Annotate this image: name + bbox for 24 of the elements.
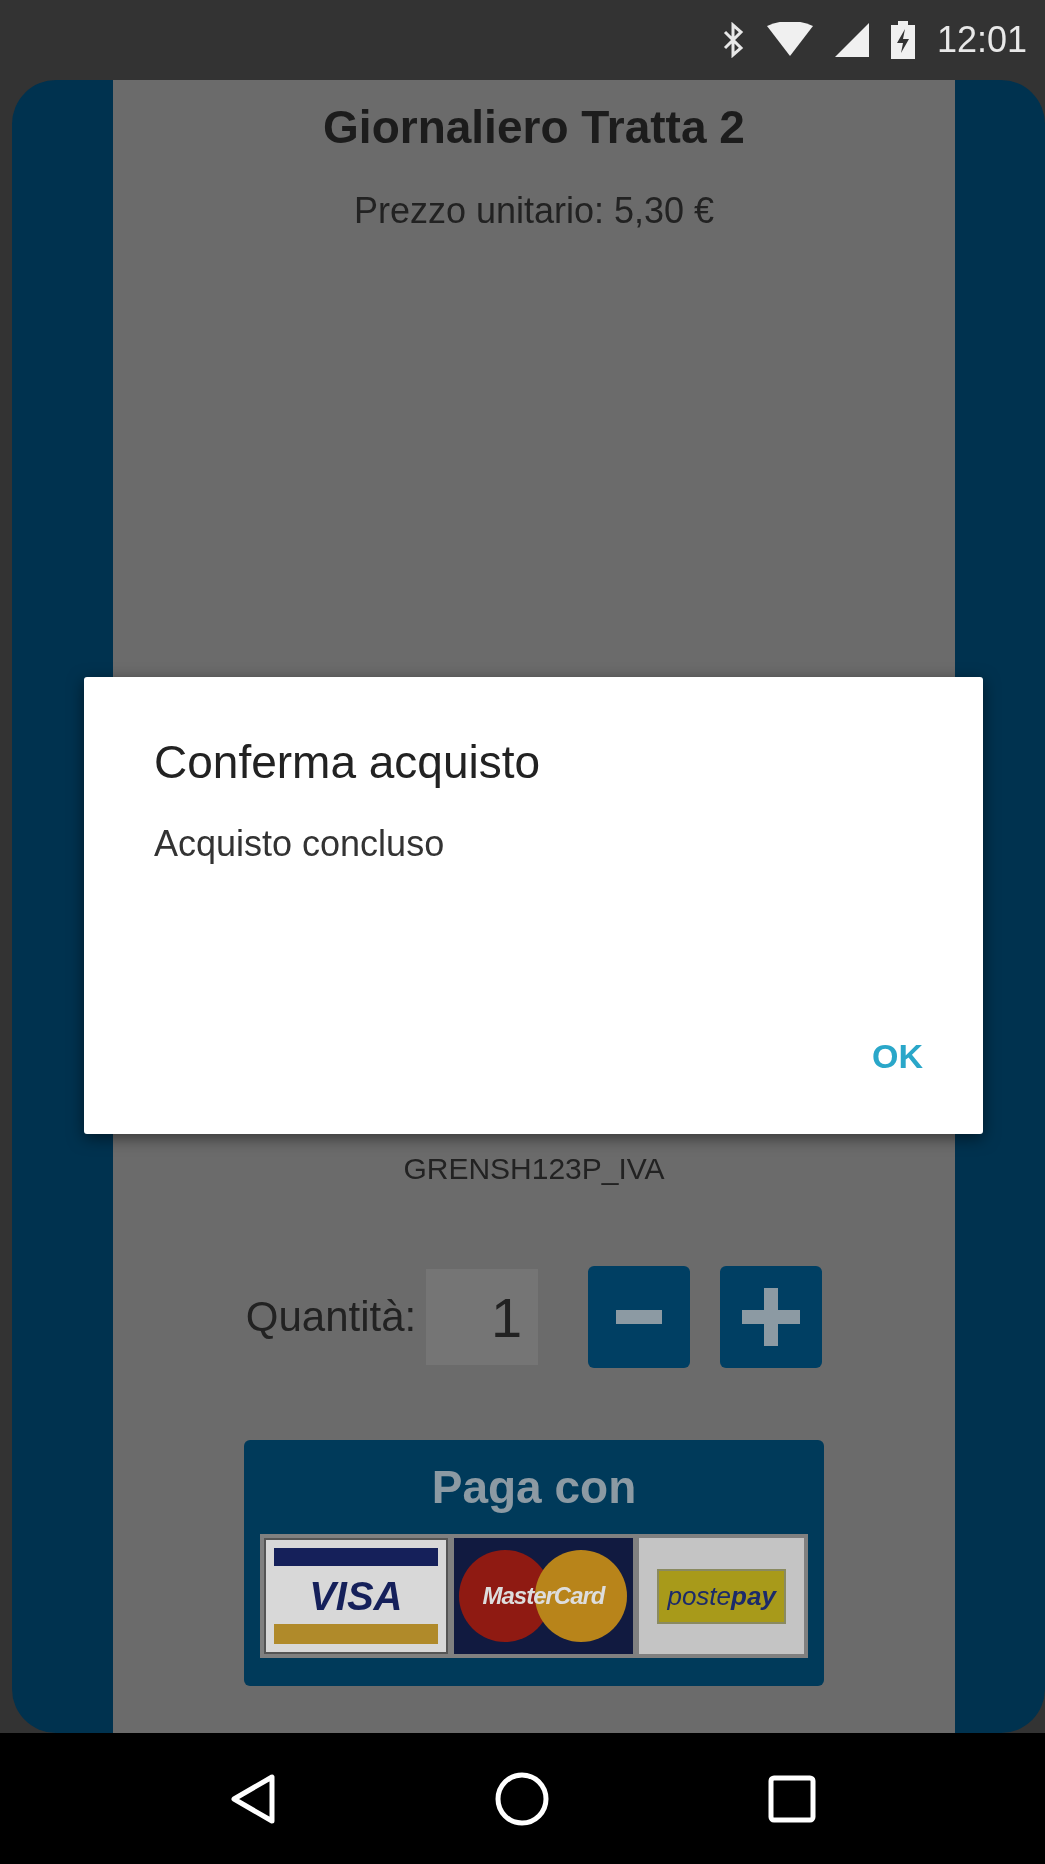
plus-icon: [742, 1288, 801, 1346]
postepay-logo: postepay: [639, 1538, 804, 1654]
back-icon: [229, 1772, 276, 1825]
ok-button[interactable]: OK: [852, 1027, 943, 1086]
increase-button[interactable]: [720, 1266, 823, 1368]
clock-time: 12:01: [936, 19, 1027, 61]
wifi-icon: [766, 22, 813, 58]
dialog-title: Conferma acquisto: [154, 735, 542, 789]
visa-logo: VISA: [264, 1538, 448, 1654]
battery-charging-icon: [890, 21, 915, 59]
quantity-field[interactable]: 1: [426, 1269, 539, 1365]
decrease-button[interactable]: [588, 1266, 691, 1368]
signal-icon: [834, 23, 869, 57]
mastercard-logo: MasterCard: [453, 1538, 634, 1654]
pay-label: Paga con: [431, 1460, 637, 1514]
dialog-message: Acquisto concluso: [154, 823, 446, 865]
ticket-title: Giornaliero Tratta 2: [323, 100, 745, 154]
recents-icon: [767, 1774, 816, 1823]
minus-icon: [616, 1310, 663, 1324]
pay-button[interactable]: Paga con VISA MasterCard postepay: [244, 1440, 824, 1686]
home-icon: [494, 1771, 549, 1826]
unit-price: Prezzo unitario: 5,30 €: [353, 190, 715, 232]
quantity-label: Quantità:: [245, 1293, 417, 1341]
ticket-code: GRENSH123P_IVA: [403, 1152, 665, 1186]
